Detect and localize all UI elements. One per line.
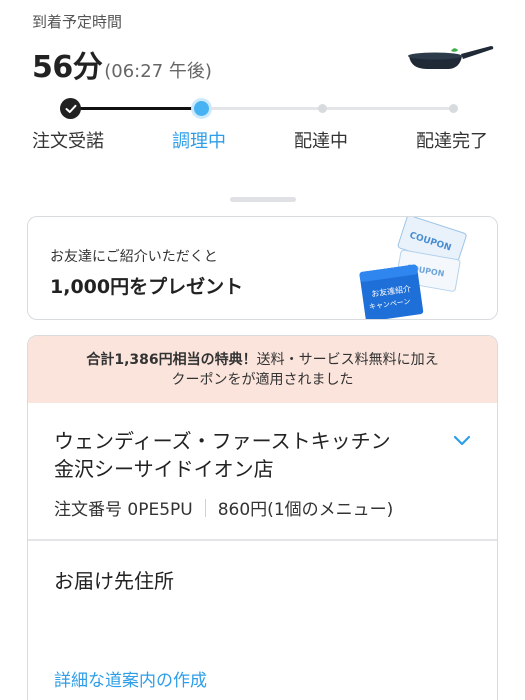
delivery-address-title: お届け先住所: [54, 569, 174, 593]
order-number: 注文番号 0PE5PU: [54, 500, 193, 520]
step-label-delivering: 配達中: [294, 131, 348, 152]
store-name-line2: 金沢シーサイドイオン店: [54, 457, 274, 481]
order-summary: 860円(1個のメニュー): [217, 500, 394, 520]
sheet-drag-handle[interactable]: [230, 197, 296, 202]
promo-subtitle: お友達にご紹介いただくと: [50, 249, 218, 265]
step-pending-dot: [449, 104, 458, 113]
order-progress: [60, 98, 460, 120]
order-meta: 注文番号 0PE5PU 860円(1個のメニュー): [54, 495, 393, 520]
referral-promo-card[interactable]: お友達にご紹介いただくと 1,000円をプレゼント COUPON COUPON …: [27, 216, 498, 320]
eta-minutes: 56分: [32, 50, 103, 85]
coupon-illustration-icon: COUPON COUPON お友達紹介 キャンペーン: [359, 217, 467, 319]
step-done-check-icon: [60, 98, 81, 119]
step-label-cooking: 調理中: [172, 131, 226, 152]
benefit-text: 合計1,386円相当の特典！送料・サービス料無料に加え クーポンをが適用されまし…: [28, 350, 497, 390]
order-details-card: 合計1,386円相当の特典！送料・サービス料無料に加え クーポンをが適用されまし…: [27, 335, 498, 700]
benefit-amount: 合計1,386円相当の特典！: [86, 352, 257, 368]
eta-row: 56分 (06:27 午後): [32, 42, 212, 86]
eta-clock: (06:27 午後): [104, 61, 212, 82]
eta-label: 到着予定時間: [32, 13, 123, 31]
benefit-banner: 合計1,386円相当の特典！送料・サービス料無料に加え クーポンをが適用されまし…: [28, 336, 497, 403]
step-label-accepted: 注文受諾: [32, 131, 104, 152]
benefit-detail: 送料・サービス料無料に加え: [256, 352, 439, 368]
store-name-line1: ウェンディーズ・ファーストキッチン: [54, 429, 391, 453]
step-pending-dot: [318, 104, 327, 113]
progress-line-done: [68, 107, 201, 110]
step-active-dot: [191, 98, 212, 119]
chevron-down-icon[interactable]: [453, 435, 471, 447]
section-divider: [28, 539, 497, 541]
store-name[interactable]: ウェンディーズ・ファーストキッチン 金沢シーサイドイオン店: [54, 427, 434, 483]
benefit-detail-line2: クーポンをが適用されました: [171, 372, 354, 388]
meta-divider: [204, 498, 206, 517]
step-label-delivered: 配達完了: [416, 131, 488, 152]
progress-line-todo: [201, 107, 456, 110]
create-directions-link[interactable]: 詳細な道案内の作成: [54, 666, 207, 691]
frying-pan-icon: [408, 46, 494, 69]
promo-title: 1,000円をプレゼント: [50, 276, 244, 298]
